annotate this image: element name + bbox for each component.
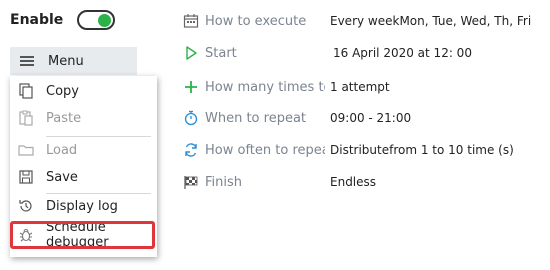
menu-item-paste[interactable]: Paste <box>10 105 157 131</box>
save-icon <box>18 169 34 185</box>
setting-label: When to repeat <box>205 110 307 126</box>
folder-icon <box>18 142 34 158</box>
history-icon <box>18 198 34 214</box>
setting-row-how-many-times[interactable]: How many times to re 1 attempt <box>183 79 390 95</box>
setting-value[interactable]: Distributefrom 1 to 10 time (s) <box>330 143 514 157</box>
enable-toggle[interactable] <box>77 10 116 30</box>
menu-item-label: Copy <box>46 83 79 99</box>
setting-label: How often to repeat <box>205 142 325 158</box>
setting-value[interactable]: 1 attempt <box>330 80 390 94</box>
menu-item-copy[interactable]: Copy <box>10 78 157 104</box>
play-icon <box>183 45 199 61</box>
menu-button-label: Menu <box>48 53 84 69</box>
setting-label: How to execute <box>205 13 307 29</box>
enable-row: Enable <box>10 10 116 30</box>
menu-dropdown: Copy Paste Load Save Display log Schedul… <box>10 76 157 257</box>
menu-item-label: Load <box>46 142 78 158</box>
menu-item-label: Display log <box>46 198 118 214</box>
setting-value[interactable]: Every weekMon, Tue, Wed, Th, Fri <box>330 14 531 28</box>
checkered-flag-icon <box>183 174 199 190</box>
plus-icon <box>183 79 199 95</box>
menu-item-label: Paste <box>46 110 82 126</box>
toggle-knob <box>98 14 112 27</box>
copy-icon <box>18 83 34 99</box>
setting-value[interactable]: 16 April 2020 at 12: 00 <box>333 46 472 60</box>
menu-item-save[interactable]: Save <box>10 164 157 190</box>
setting-row-when-to-repeat[interactable]: When to repeat 09:00 - 21:00 <box>183 110 411 126</box>
highlight-outline <box>10 221 155 249</box>
menu-button[interactable]: Menu <box>10 47 137 75</box>
setting-row-finish[interactable]: Finish Endless <box>183 174 376 190</box>
menu-item-display-log[interactable]: Display log <box>10 193 157 219</box>
refresh-icon <box>183 142 199 158</box>
setting-row-start[interactable]: Start 16 April 2020 at 12: 00 <box>183 45 472 61</box>
menu-item-label: Save <box>46 169 78 185</box>
setting-label: How many times to re <box>205 79 325 95</box>
calendar-icon <box>183 13 199 29</box>
setting-value[interactable]: Endless <box>330 175 376 189</box>
hamburger-icon <box>20 56 34 66</box>
enable-label: Enable <box>10 12 64 28</box>
setting-value[interactable]: 09:00 - 21:00 <box>330 111 411 125</box>
stopwatch-icon <box>183 110 199 126</box>
menu-item-load[interactable]: Load <box>10 137 157 163</box>
setting-label: Finish <box>205 174 243 190</box>
setting-row-how-often-to-repeat[interactable]: How often to repeat Distributefrom 1 to … <box>183 142 514 158</box>
setting-row-how-to-execute[interactable]: How to execute Every weekMon, Tue, Wed, … <box>183 13 531 29</box>
setting-label: Start <box>205 45 237 61</box>
paste-icon <box>18 110 34 126</box>
